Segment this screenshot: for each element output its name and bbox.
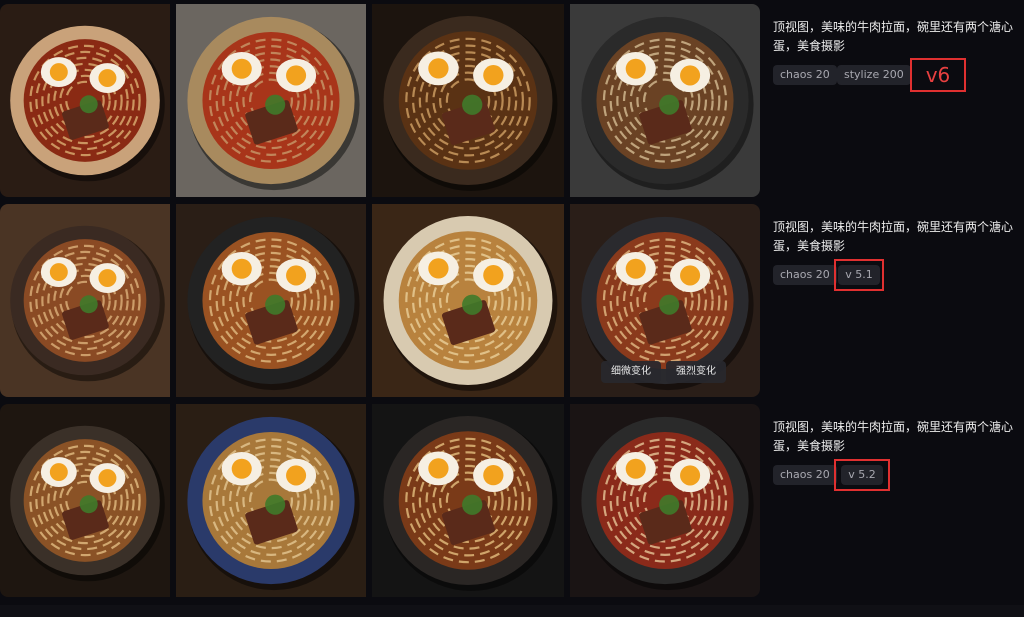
version-tag: v 5.1 (838, 265, 880, 285)
herb-garnish (265, 294, 286, 315)
egg-yolk (483, 465, 504, 486)
herb-garnish (265, 494, 286, 515)
version-highlight-box: v 5.1 (834, 259, 884, 291)
ramen-illustration (372, 4, 564, 197)
prompt-text: 顶视图，美味的牛肉拉面，碗里还有两个溏心蛋，美食摄影 (773, 20, 1014, 53)
ramen-illustration (372, 404, 564, 597)
ramen-image[interactable] (372, 404, 564, 597)
egg-yolk (231, 258, 252, 279)
param-tag-stylize: stylize 200 (837, 65, 911, 85)
ramen-image[interactable] (0, 404, 170, 597)
ramen-illustration (570, 204, 760, 397)
ramen-image[interactable] (570, 404, 760, 597)
tags: chaos 20 stylize 200 v6 (773, 58, 1013, 92)
prompt-text: 顶视图，美味的牛肉拉面，碗里还有两个溏心蛋，美食摄影 (773, 420, 1014, 453)
egg-yolk (625, 258, 646, 279)
ramen-image[interactable] (0, 204, 170, 397)
ramen-illustration (570, 4, 760, 197)
egg-yolk (231, 58, 252, 79)
ramen-illustration (372, 204, 564, 397)
ramen-image[interactable] (570, 204, 760, 397)
herb-garnish (265, 94, 286, 115)
bottom-bar (0, 605, 1024, 617)
herb-garnish (462, 494, 483, 515)
egg-yolk (483, 65, 504, 86)
egg-yolk (680, 265, 701, 286)
version-highlight-box: v 5.2 (834, 459, 890, 491)
version-tag: v 5.2 (841, 465, 883, 485)
herb-garnish (462, 94, 483, 115)
egg-yolk (625, 458, 646, 479)
ramen-image[interactable] (176, 404, 366, 597)
egg-yolk (625, 58, 646, 79)
tags: chaos 20 v 5.2 (773, 459, 1013, 491)
egg-yolk (49, 463, 68, 482)
version-label: v6 (925, 63, 951, 87)
egg-yolk (98, 69, 117, 88)
image-grid-1 (0, 4, 760, 197)
ramen-image[interactable] (176, 4, 366, 197)
ramen-illustration (0, 204, 170, 397)
egg-yolk (680, 465, 701, 486)
egg-yolk (483, 265, 504, 286)
param-tag-chaos: chaos 20 (773, 265, 837, 285)
egg-yolk (49, 263, 68, 282)
herb-garnish (79, 495, 98, 514)
param-tag-chaos: chaos 20 (773, 465, 837, 485)
ramen-image[interactable] (0, 4, 170, 197)
ramen-illustration (176, 404, 366, 597)
ramen-illustration (0, 4, 170, 197)
egg-yolk (231, 458, 252, 479)
egg-yolk (428, 258, 449, 279)
herb-garnish (79, 295, 98, 314)
ramen-image[interactable] (372, 4, 564, 197)
subtle-variation-button[interactable]: 细微变化 (601, 361, 661, 383)
herb-garnish (462, 294, 483, 315)
prompt-panel-3: 顶视图，美味的牛肉拉面，碗里还有两个溏心蛋，美食摄影 chaos 20 v 5.… (773, 418, 1014, 491)
ramen-image[interactable] (372, 204, 564, 397)
egg-yolk (49, 63, 68, 82)
egg-yolk (98, 269, 117, 288)
herb-garnish (79, 95, 98, 114)
param-tag-chaos: chaos 20 (773, 65, 837, 85)
prompt-text: 顶视图，美味的牛肉拉面，碗里还有两个溏心蛋，美食摄影 (773, 220, 1014, 253)
egg-yolk (98, 469, 117, 488)
egg-yolk (428, 58, 449, 79)
ramen-illustration (0, 404, 170, 597)
egg-yolk (428, 458, 449, 479)
prompt-panel-1: 顶视图，美味的牛肉拉面，碗里还有两个溏心蛋，美食摄影 chaos 20 styl… (773, 18, 1014, 92)
egg-yolk (286, 265, 307, 286)
ramen-illustration (570, 404, 760, 597)
herb-garnish (659, 294, 680, 315)
herb-garnish (659, 494, 680, 515)
ramen-image[interactable] (570, 4, 760, 197)
egg-yolk (286, 65, 307, 86)
ramen-illustration (176, 204, 366, 397)
version-highlight-box: v6 (910, 58, 966, 92)
ramen-illustration (176, 4, 366, 197)
tags: chaos 20 v 5.1 (773, 259, 1013, 291)
egg-yolk (286, 465, 307, 486)
egg-yolk (680, 65, 701, 86)
prompt-panel-2: 顶视图，美味的牛肉拉面，碗里还有两个溏心蛋，美食摄影 chaos 20 v 5.… (773, 218, 1014, 291)
ramen-image[interactable] (176, 204, 366, 397)
herb-garnish (659, 94, 680, 115)
strong-variation-button[interactable]: 强烈变化 (666, 361, 726, 383)
image-grid-3 (0, 404, 760, 597)
